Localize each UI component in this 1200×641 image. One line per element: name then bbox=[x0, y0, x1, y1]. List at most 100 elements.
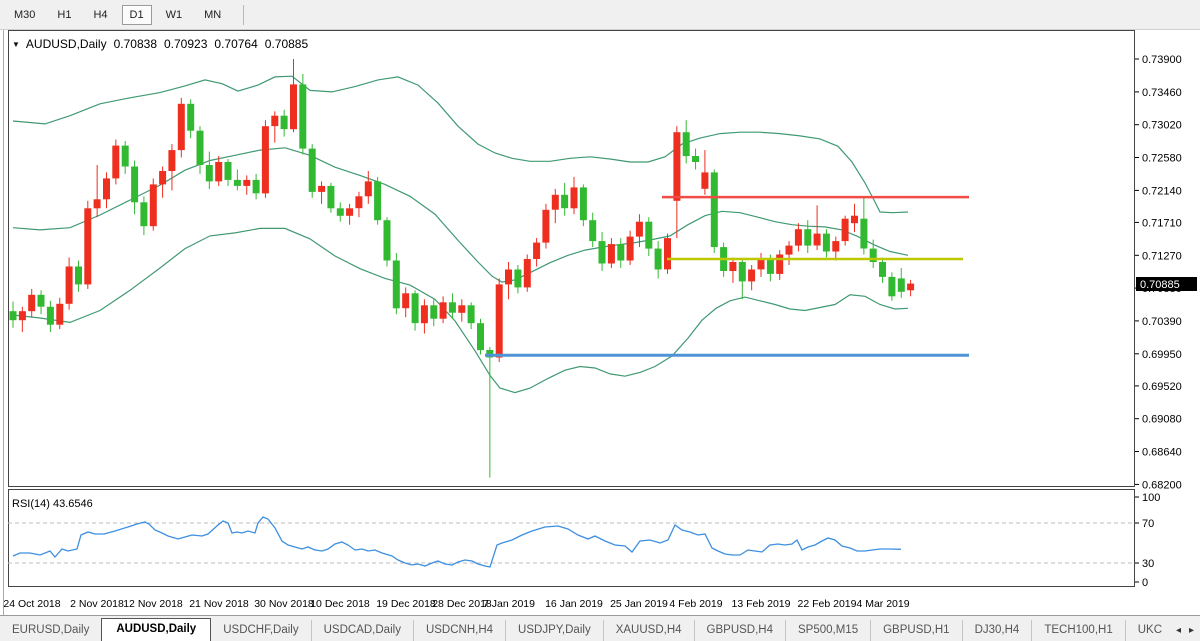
candle-body bbox=[832, 241, 839, 251]
date-axis-label: 24 Oct 2018 bbox=[3, 598, 60, 610]
rsi-axis-label: 100 bbox=[1142, 492, 1160, 504]
price-axis-label: 0.72580 bbox=[1142, 153, 1182, 165]
price-axis-label: 0.69080 bbox=[1142, 414, 1182, 426]
candle-body bbox=[337, 208, 344, 216]
symbol-tab-tech100[interactable]: TECH100,H1 bbox=[1031, 620, 1124, 641]
symbol-tab-dj30[interactable]: DJ30,H4 bbox=[962, 620, 1032, 641]
candle-body bbox=[542, 210, 549, 243]
chart-title: ▼AUDUSD,Daily0.708380.709230.707640.7088… bbox=[12, 37, 308, 51]
candle-body bbox=[56, 304, 63, 325]
candle-body bbox=[655, 249, 662, 270]
symbol-tab-sp500[interactable]: SP500,M15 bbox=[785, 620, 870, 641]
symbol-tab-gbpusd[interactable]: GBPUSD,H4 bbox=[694, 620, 785, 641]
candle-body bbox=[150, 184, 157, 226]
chart-area: 0.739000.734600.730200.725800.721400.717… bbox=[0, 30, 1200, 615]
timeframe-button-h4[interactable]: H4 bbox=[85, 5, 115, 25]
candle-body bbox=[701, 172, 708, 188]
symbol-tab-usdcad[interactable]: USDCAD,Daily bbox=[311, 620, 413, 641]
candle-body bbox=[533, 243, 540, 259]
date-axis-label: 12 Nov 2018 bbox=[123, 598, 183, 610]
timeframe-button-h1[interactable]: H1 bbox=[49, 5, 79, 25]
candle-body bbox=[683, 132, 690, 156]
symbol-tab-usdjpy[interactable]: USDJPY,Daily bbox=[505, 620, 603, 641]
candle-body bbox=[281, 116, 288, 129]
candle-body bbox=[664, 238, 671, 269]
candle-body bbox=[384, 220, 391, 260]
date-axis: 24 Oct 2018 2 Nov 201812 Nov 2018 21 Nov 2… bbox=[3, 598, 909, 610]
tab-scroll-right-icon[interactable]: ▸ bbox=[1187, 621, 1200, 641]
candle-body bbox=[673, 132, 680, 201]
candle-body bbox=[178, 104, 185, 150]
rsi-axis-label: 70 bbox=[1142, 518, 1154, 530]
candle-body bbox=[234, 180, 241, 186]
ohlc-open: 0.70838 bbox=[114, 37, 157, 51]
candle-body bbox=[589, 220, 596, 241]
candle-body bbox=[524, 259, 531, 287]
candle-body bbox=[580, 187, 587, 220]
candle-body bbox=[767, 259, 774, 274]
candle-body bbox=[571, 187, 578, 208]
symbol-tab-usdcnh[interactable]: USDCNH,H4 bbox=[413, 620, 505, 641]
candle-body bbox=[804, 229, 811, 245]
candle-body bbox=[795, 229, 802, 245]
timeframe-toolbar: M30 H1 H4 D1 W1MN bbox=[0, 0, 1200, 30]
price-axis-label: 0.73460 bbox=[1142, 87, 1182, 99]
candle-body bbox=[197, 131, 204, 165]
ohlc-close: 0.70885 bbox=[265, 37, 308, 51]
candle-body bbox=[468, 305, 475, 323]
candle-body bbox=[215, 162, 222, 181]
symbol-tab-audusd[interactable]: AUDUSD,Daily bbox=[101, 618, 211, 641]
ohlc-low: 0.70764 bbox=[214, 37, 257, 51]
price-axis-label: 0.68640 bbox=[1142, 447, 1182, 459]
candle-body bbox=[122, 146, 129, 167]
price-axis-label: 0.73900 bbox=[1142, 54, 1182, 66]
symbol-tab-xauusd[interactable]: XAUUSD,H4 bbox=[603, 620, 694, 641]
candle-body bbox=[477, 323, 484, 350]
candle-body bbox=[879, 262, 886, 277]
mt4-chart-window: { "toolbar": { "timeframes": [ {"label":… bbox=[0, 0, 1200, 641]
candle-body bbox=[636, 222, 643, 237]
tab-scroll-left-icon[interactable]: ◂ bbox=[1174, 621, 1187, 641]
timeframe-button-w1[interactable]: W1 bbox=[158, 5, 191, 25]
candle-body bbox=[888, 277, 895, 296]
rsi-indicator-label: RSI(14) 43.6546 bbox=[12, 498, 93, 510]
candle-body bbox=[505, 270, 512, 285]
timeframe-button-m30[interactable]: M30 bbox=[6, 5, 43, 25]
timeframe-button-d1[interactable]: D1 bbox=[122, 5, 152, 25]
chart-symbol-label: AUDUSD,Daily bbox=[26, 37, 107, 51]
date-axis-label: 2 Nov 2018 bbox=[70, 598, 124, 610]
candle-body bbox=[94, 199, 101, 208]
date-axis-label: 4 Feb 2019 bbox=[669, 598, 722, 610]
rsi-name: RSI(14) bbox=[12, 498, 50, 510]
symbol-tab-eurusd[interactable]: EURUSD,Daily bbox=[0, 620, 101, 641]
candle-body bbox=[627, 237, 634, 261]
timeframe-button-mn[interactable]: MN bbox=[196, 5, 229, 25]
symbol-tab-gbpusd[interactable]: GBPUSD,H1 bbox=[870, 620, 961, 641]
date-axis-label: 4 Mar 2019 bbox=[856, 598, 909, 610]
rsi-pane-border bbox=[9, 490, 1135, 587]
candle-body bbox=[898, 278, 905, 291]
candle-body bbox=[84, 208, 91, 284]
candle-body bbox=[552, 195, 559, 210]
rsi-value: 43.6546 bbox=[53, 498, 93, 510]
price-axis: 0.739000.734600.730200.725800.721400.717… bbox=[1135, 54, 1182, 491]
chart-canvas[interactable]: 0.739000.734600.730200.725800.721400.717… bbox=[0, 30, 1200, 615]
candle-body bbox=[10, 311, 17, 320]
symbol-dropdown-icon[interactable]: ▼ bbox=[12, 40, 20, 49]
symbol-tab-ukc[interactable]: UKC bbox=[1125, 620, 1174, 641]
candle-body bbox=[355, 196, 362, 208]
candles-group bbox=[10, 59, 915, 478]
candle-body bbox=[271, 116, 278, 126]
current-price-badge-text: 0.70885 bbox=[1140, 279, 1180, 291]
symbol-tab-usdchf[interactable]: USDCHF,Daily bbox=[211, 620, 310, 641]
price-axis-label: 0.69520 bbox=[1142, 381, 1182, 393]
date-axis-label: 21 Nov 2018 bbox=[189, 598, 249, 610]
candle-body bbox=[860, 219, 867, 249]
candle-body bbox=[514, 270, 521, 288]
date-axis-label: 19 Dec 2018 bbox=[376, 598, 436, 610]
candle-body bbox=[374, 181, 381, 220]
candle-body bbox=[402, 293, 409, 308]
price-axis-label: 0.73020 bbox=[1142, 120, 1182, 132]
candle-body bbox=[168, 150, 175, 171]
candle-body bbox=[711, 172, 718, 247]
